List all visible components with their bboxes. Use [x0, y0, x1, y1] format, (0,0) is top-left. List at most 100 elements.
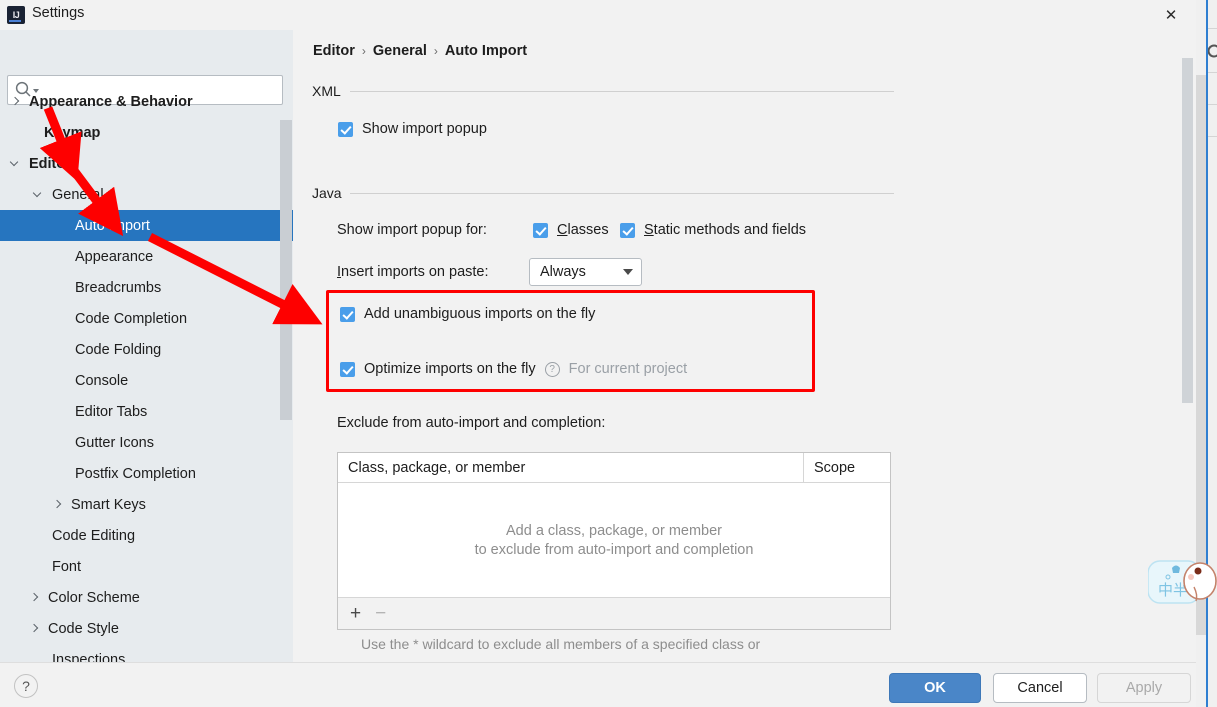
sidebar-item-gutter-icons[interactable]: Gutter Icons — [0, 427, 293, 458]
add-unambiguous-checkbox-row[interactable]: Add unambiguous imports on the fly — [340, 306, 595, 322]
sidebar-item-label: Color Scheme — [48, 589, 140, 606]
chevron-right-icon[interactable] — [27, 590, 42, 605]
floating-widget[interactable]: 中半 — [1147, 553, 1217, 615]
ok-button[interactable]: OK — [889, 673, 981, 703]
optimize-imports-checkbox-row[interactable]: Optimize imports on the fly ? For curren… — [340, 361, 687, 377]
sidebar-item-color-scheme[interactable]: Color Scheme — [0, 582, 293, 613]
sidebar-item-label: Inspections — [52, 651, 126, 663]
exclude-table-body[interactable]: Add a class, package, or member to exclu… — [338, 483, 890, 597]
sidebar-item-label: Font — [52, 558, 82, 575]
sidebar-item-general[interactable]: General — [0, 179, 293, 210]
sidebar-item-label: Appearance & Behavior — [29, 93, 193, 110]
sidebar-item-auto-import[interactable]: Auto Import — [0, 210, 293, 241]
sidebar-item-label: Console — [75, 372, 129, 389]
sidebar-item-console[interactable]: Console — [0, 365, 293, 396]
sidebar-scrollbar[interactable] — [280, 120, 292, 420]
background-panel — [1195, 75, 1206, 635]
chevron-down-icon[interactable] — [31, 187, 46, 202]
sidebar-item-code-style[interactable]: Code Style — [0, 613, 293, 644]
sidebar-item-label: Code Completion — [75, 310, 188, 327]
wildcard-hint: Use the * wildcard to exclude all member… — [361, 636, 761, 652]
main-panel-scrollbar[interactable] — [1182, 58, 1193, 403]
show-import-popup-checkbox[interactable] — [338, 121, 353, 137]
sidebar-item-label: Editor — [29, 155, 71, 172]
column-header-class-package-member[interactable]: Class, package, or member — [338, 453, 804, 482]
add-button[interactable]: + — [350, 604, 361, 623]
sidebar-item-font[interactable]: Font — [0, 551, 293, 582]
xml-group-title: XML — [312, 83, 349, 99]
breadcrumb-separator: › — [433, 44, 438, 58]
exclude-table-toolbar: + − — [338, 597, 890, 629]
cancel-button[interactable]: Cancel — [993, 673, 1087, 703]
sidebar-item-label: Appearance — [75, 248, 154, 265]
chevron-right-icon[interactable] — [8, 94, 23, 109]
sidebar-item-code-completion[interactable]: Code Completion — [0, 303, 293, 334]
sidebar-item-label: General — [52, 186, 104, 203]
intellij-idea-icon: IJ — [7, 6, 25, 24]
window-title: Settings — [32, 5, 85, 21]
insert-imports-value: Always — [540, 264, 586, 280]
settings-main-panel: Editor › General › Auto Import XML Show … — [293, 30, 1196, 662]
sidebar-item-keymap[interactable]: Keymap — [0, 117, 293, 148]
settings-dialog-screen: IJ Settings ✕ Appearance & Behavior Keyma… — [0, 0, 1217, 707]
chevron-right-icon[interactable] — [50, 497, 65, 512]
apply-button[interactable]: Apply — [1097, 673, 1191, 703]
static-methods-label: Static methods and fields — [644, 222, 807, 238]
breadcrumb: Editor › General › Auto Import — [313, 43, 527, 59]
static-methods-checkbox-row[interactable]: Static methods and fields — [620, 222, 806, 238]
chevron-down-icon[interactable] — [8, 156, 23, 171]
breadcrumb-separator: › — [361, 44, 366, 58]
sidebar-item-label: Code Folding — [75, 341, 162, 358]
add-unambiguous-imports-checkbox[interactable] — [340, 306, 355, 322]
close-icon[interactable]: ✕ — [1159, 3, 1183, 27]
sidebar-item-code-editing[interactable]: Code Editing — [0, 520, 293, 551]
settings-dialog: IJ Settings ✕ Appearance & Behavior Keyma… — [0, 0, 1196, 707]
sidebar-item-label: Keymap — [44, 124, 101, 141]
sidebar-item-label: Postfix Completion — [75, 465, 196, 482]
sidebar-item-label: Code Style — [48, 620, 119, 637]
breadcrumb-item-general[interactable]: General — [373, 43, 427, 59]
classes-checkbox-row[interactable]: Classes — [533, 222, 609, 238]
column-header-scope[interactable]: Scope — [804, 453, 890, 482]
xml-group-divider — [350, 91, 894, 92]
static-methods-checkbox[interactable] — [620, 222, 635, 238]
dialog-footer: ? OK Cancel Apply — [0, 662, 1196, 707]
classes-checkbox[interactable] — [533, 222, 548, 238]
sidebar-item-editor[interactable]: Editor — [0, 148, 293, 179]
breadcrumb-item-auto-import: Auto Import — [444, 43, 528, 59]
background-toolbar-icons — [1208, 0, 1217, 160]
background-search-icon — [1208, 42, 1217, 64]
settings-sidebar: Appearance & Behavior Keymap Editor General… — [0, 30, 293, 662]
sidebar-item-label: Gutter Icons — [75, 434, 154, 451]
settings-tree: Appearance & Behavior Keymap Editor General… — [0, 86, 293, 662]
add-unambiguous-imports-label: Add unambiguous imports on the fly — [364, 306, 596, 322]
sidebar-item-postfix-completion[interactable]: Postfix Completion — [0, 458, 293, 489]
insert-imports-on-paste-select[interactable]: Always — [529, 258, 642, 286]
show-import-popup-for-label: Show import popup for: — [337, 222, 487, 238]
chevron-down-icon — [623, 269, 633, 275]
breadcrumb-item-editor[interactable]: Editor — [313, 43, 355, 59]
optimize-imports-checkbox[interactable] — [340, 361, 355, 377]
question-mark-icon[interactable]: ? — [544, 361, 560, 377]
sidebar-item-label: Breadcrumbs — [75, 279, 162, 296]
sidebar-item-smart-keys[interactable]: Smart Keys — [0, 489, 293, 520]
sidebar-item-appearance[interactable]: Appearance — [0, 241, 293, 272]
sidebar-item-editor-tabs[interactable]: Editor Tabs — [0, 396, 293, 427]
show-import-popup-checkbox-row[interactable]: Show import popup — [338, 121, 487, 137]
sidebar-item-inspections[interactable]: Inspections — [0, 644, 293, 663]
java-group-divider — [350, 193, 894, 194]
chevron-right-icon[interactable] — [27, 621, 42, 636]
sidebar-item-code-folding[interactable]: Code Folding — [0, 334, 293, 365]
help-button[interactable]: ? — [14, 674, 38, 698]
sidebar-item-breadcrumbs[interactable]: Breadcrumbs — [0, 272, 293, 303]
sidebar-item-appearance-behavior[interactable]: Appearance & Behavior — [0, 86, 293, 117]
